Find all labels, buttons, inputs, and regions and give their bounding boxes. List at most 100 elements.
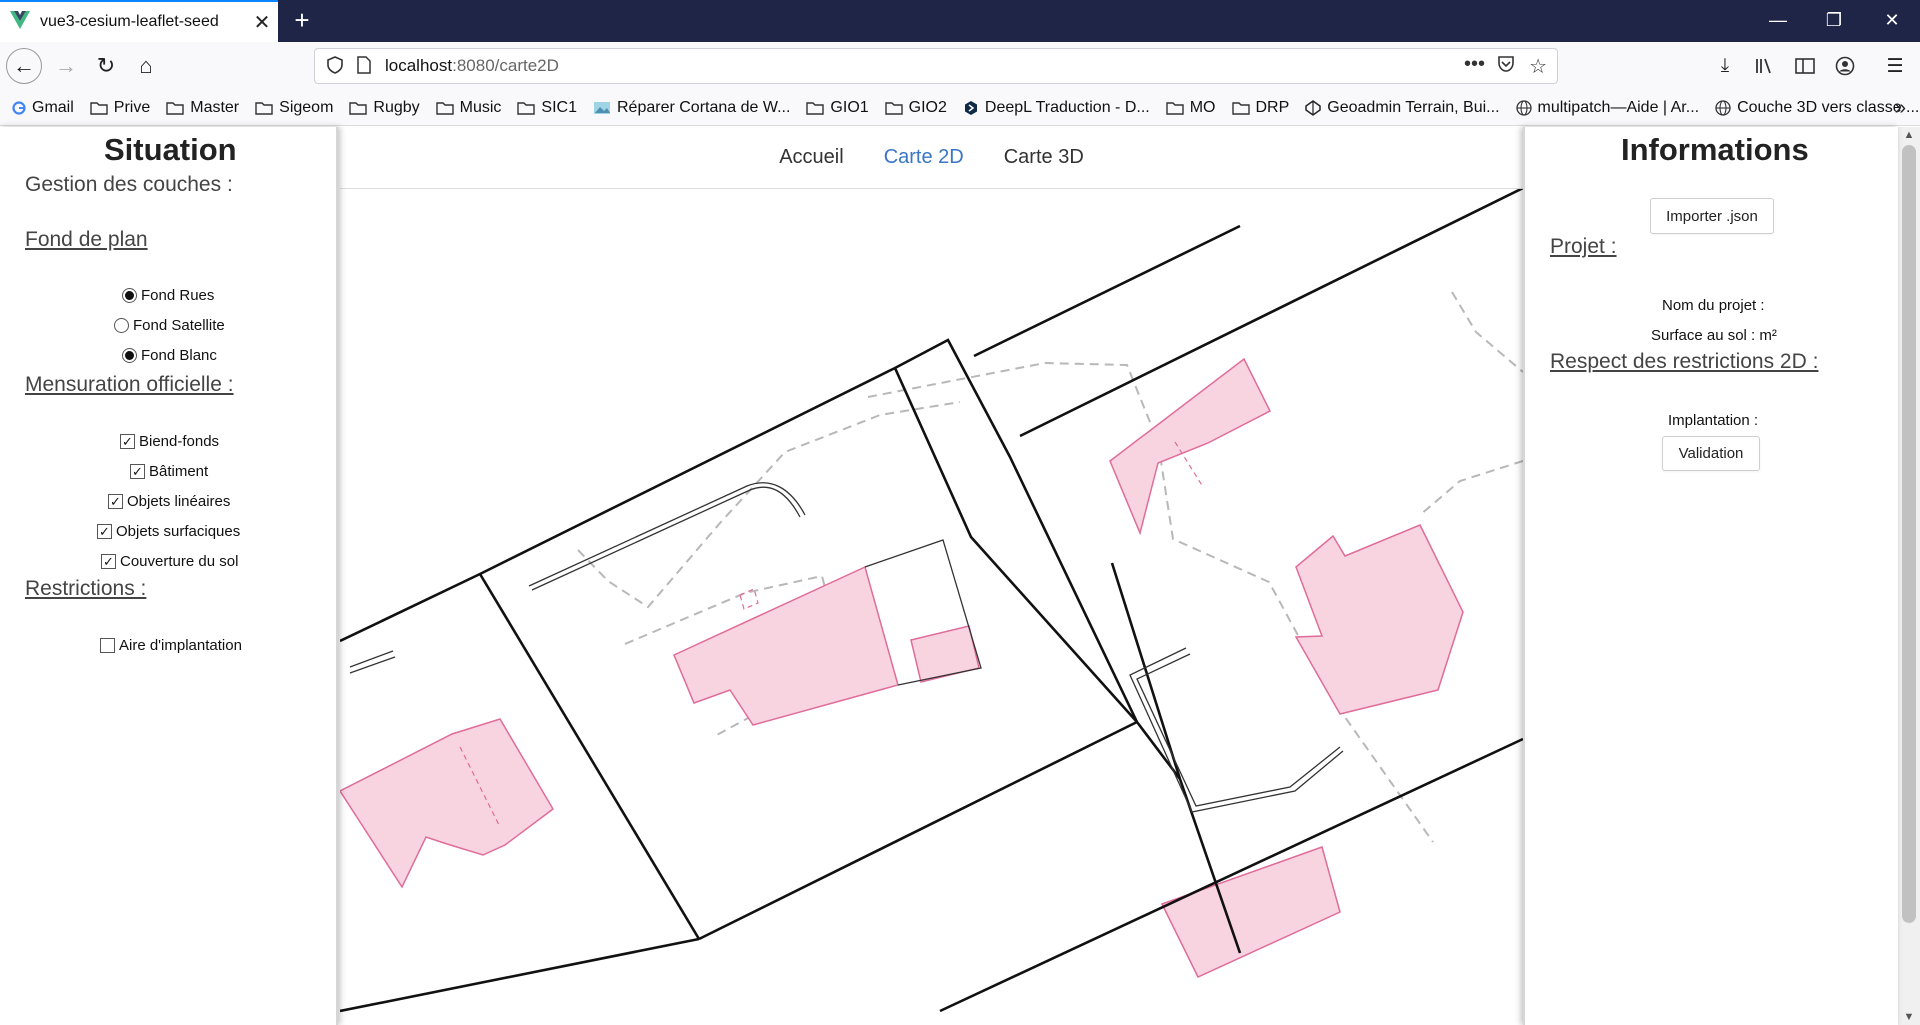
image-icon <box>593 101 611 115</box>
browser-titlebar: vue3-cesium-leaflet-seed ✕ + — ❐ ✕ <box>0 0 1920 42</box>
checkbox-biend-fonds[interactable]: ✓ Biend-fonds <box>120 433 219 450</box>
bookmark-folder[interactable]: Rugby <box>349 99 420 117</box>
radio-fond-rues[interactable]: Fond Rues <box>122 287 214 304</box>
checkbox[interactable]: ✓ <box>130 464 145 479</box>
nav-carte-2d[interactable]: Carte 2D <box>884 146 964 169</box>
folder-icon <box>166 101 184 115</box>
globe-icon <box>1715 99 1731 116</box>
mo-heading: Mensuration officielle : <box>25 373 234 396</box>
bookmarks-bar: Gmail Prive Master Sigeom Rugby Music SI… <box>0 90 1920 126</box>
cadastral-map[interactable] <box>340 127 1523 1025</box>
pocket-icon[interactable] <box>1497 55 1515 78</box>
forward-icon[interactable]: → <box>48 48 84 84</box>
bookmark-folder[interactable]: GIO2 <box>884 99 947 117</box>
folder-icon <box>90 101 108 115</box>
building[interactable] <box>1109 357 1272 536</box>
scrollbar-thumb[interactable] <box>1902 145 1916 923</box>
home-icon[interactable]: ⌂ <box>128 48 164 84</box>
bookmark-link[interactable]: Réparer Cortana de W... <box>593 99 790 117</box>
checkbox[interactable]: ✓ <box>108 494 123 509</box>
checkbox-batiment[interactable]: ✓ Bâtiment <box>130 463 208 480</box>
tab-title: vue3-cesium-leaflet-seed <box>40 13 219 30</box>
building[interactable] <box>1294 524 1464 715</box>
checkbox-couverture-du-sol[interactable]: ✓ Couverture du sol <box>101 553 238 570</box>
scroll-down-icon[interactable]: ▼ <box>1898 1011 1920 1023</box>
project-heading: Projet : <box>1550 235 1617 258</box>
building[interactable] <box>673 565 899 726</box>
back-icon[interactable]: ← <box>6 48 42 84</box>
google-icon <box>12 100 26 115</box>
bookmark-folder[interactable]: DRP <box>1231 99 1289 117</box>
checkbox-objets-surfaciques[interactable]: ✓ Objets surfaciques <box>97 523 240 540</box>
url-text[interactable]: localhost:8080/carte2D <box>385 56 559 76</box>
top-nav: Accueil Carte 2D Carte 3D <box>340 127 1523 189</box>
radio-button[interactable] <box>122 288 137 303</box>
building[interactable] <box>910 625 980 683</box>
bookmark-folder[interactable]: Prive <box>90 99 150 117</box>
bookmark-link[interactable]: Geoadmin Terrain, Bui... <box>1305 99 1500 117</box>
surface-label: Surface au sol : m² <box>1651 327 1777 344</box>
deepl-icon <box>963 100 979 116</box>
checkbox[interactable]: ✓ <box>101 554 116 569</box>
bookmark-folder[interactable]: SIC1 <box>517 99 577 117</box>
folder-icon <box>349 101 368 115</box>
bookmark-folder[interactable]: Master <box>166 99 239 117</box>
informations-panel: Informations Importer .json Projet : Nom… <box>1523 127 1898 1025</box>
implantation-label: Implantation : <box>1668 412 1759 429</box>
folder-icon <box>1166 101 1184 115</box>
folder-icon <box>435 101 454 115</box>
minimize-icon[interactable]: — <box>1750 0 1806 42</box>
radio-button[interactable] <box>122 348 137 363</box>
map-canvas[interactable] <box>340 127 1523 1025</box>
tab-close-icon[interactable]: ✕ <box>246 10 278 35</box>
bookmark-star-icon[interactable]: ☆ <box>1529 54 1547 79</box>
folder-icon <box>517 101 536 115</box>
checkbox-aire-implantation[interactable]: Aire d'implantation <box>100 637 242 654</box>
nav-carte-3d[interactable]: Carte 3D <box>1004 146 1084 169</box>
radio-fond-satellite[interactable]: Fond Satellite <box>114 317 225 334</box>
downloads-icon[interactable]: ⤓ <box>1710 51 1740 81</box>
globe-icon <box>1515 99 1532 116</box>
bookmark-folder[interactable]: GIO1 <box>806 99 869 117</box>
browser-tab[interactable]: vue3-cesium-leaflet-seed ✕ <box>0 0 278 42</box>
panel-title: Situation <box>104 132 237 167</box>
menu-icon[interactable]: ☰ <box>1880 51 1910 81</box>
validation-button[interactable]: Validation <box>1662 436 1760 471</box>
nav-accueil[interactable]: Accueil <box>779 146 843 169</box>
page-icon[interactable] <box>357 56 371 79</box>
import-json-button[interactable]: Importer .json <box>1650 198 1774 234</box>
scroll-up-icon[interactable]: ▲ <box>1898 129 1920 141</box>
page-scrollbar[interactable]: ▲ ▼ <box>1898 127 1920 1025</box>
account-icon[interactable] <box>1830 51 1860 81</box>
app-root: Accueil Carte 2D Carte 3D Situation Gest… <box>0 127 1920 1025</box>
bookmark-link[interactable]: Couche 3D vers classe ... <box>1715 99 1919 117</box>
checkbox-objets-lineaires[interactable]: ✓ Objets linéaires <box>108 493 230 510</box>
checkbox[interactable]: ✓ <box>97 524 112 539</box>
more-actions-icon[interactable]: ••• <box>1464 53 1485 76</box>
shield-icon[interactable] <box>327 56 343 79</box>
library-icon[interactable] <box>1750 51 1780 81</box>
bookmark-gmail[interactable]: Gmail <box>12 99 74 117</box>
sidebar-icon[interactable] <box>1790 51 1820 81</box>
chevron-double-right-icon[interactable]: » <box>1895 97 1906 120</box>
basemap-heading: Fond de plan <box>25 228 148 251</box>
bookmark-link[interactable]: DeepL Traduction - D... <box>963 99 1150 117</box>
new-tab-icon[interactable]: + <box>287 6 317 36</box>
vue-logo-icon <box>10 10 30 34</box>
bookmark-folder[interactable]: Music <box>435 99 501 117</box>
bookmark-link[interactable]: multipatch—Aide | Ar... <box>1515 99 1699 117</box>
project-name-label: Nom du projet : <box>1662 297 1765 314</box>
bookmark-folder[interactable]: Sigeom <box>255 99 333 117</box>
folder-icon <box>806 101 825 115</box>
checkbox[interactable]: ✓ <box>120 434 135 449</box>
radio-button[interactable] <box>114 318 129 333</box>
restore-icon[interactable]: ❐ <box>1806 0 1862 42</box>
bookmark-folder[interactable]: MO <box>1166 99 1216 117</box>
url-bar[interactable]: localhost:8080/carte2D ••• ☆ <box>314 48 1558 84</box>
building[interactable] <box>340 718 554 889</box>
radio-fond-blanc[interactable]: Fond Blanc <box>122 347 217 364</box>
browser-toolbar: ← → ↻ ⌂ localhost:8080/carte2D ••• ☆ ⤓ ☰ <box>0 42 1920 90</box>
window-close-icon[interactable]: ✕ <box>1864 0 1920 42</box>
reload-icon[interactable]: ↻ <box>88 48 124 84</box>
checkbox[interactable] <box>100 638 115 653</box>
